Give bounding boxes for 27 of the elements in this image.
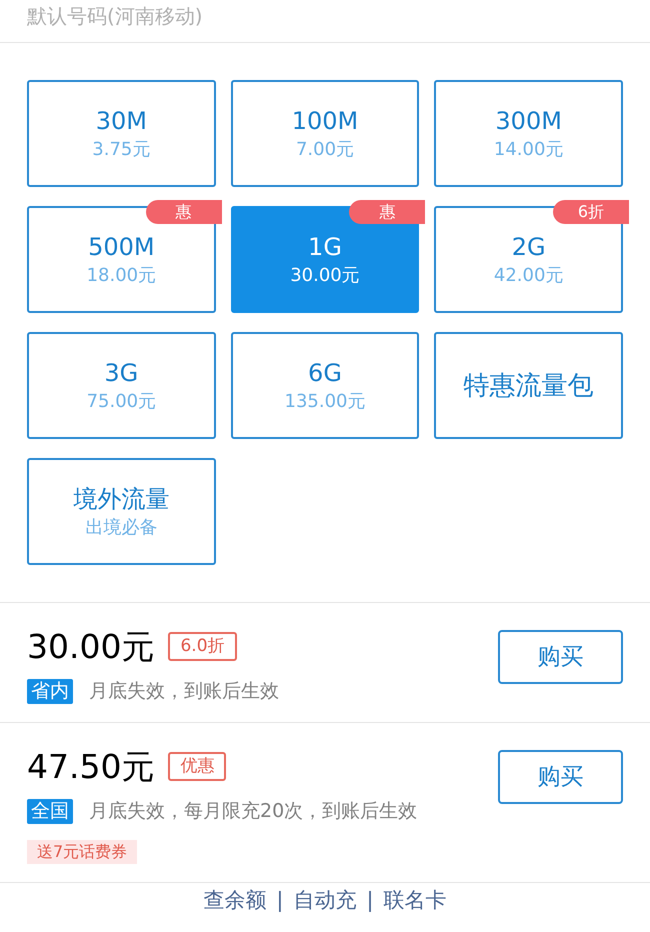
discount-badge: 6折 [553, 200, 629, 224]
package-option[interactable]: 100M 7.00元 [230, 80, 420, 187]
footer-link[interactable]: 查余额 [203, 884, 266, 916]
discount-badge: 惠 [349, 200, 426, 224]
buy-button[interactable]: 购买 [498, 750, 623, 804]
buy-button[interactable]: 购买 [498, 630, 623, 684]
footer-link[interactable]: 联名卡 [384, 884, 447, 916]
link-separator: | [366, 886, 374, 914]
package-option[interactable]: 6G 135.00元 [230, 332, 420, 439]
discount-badge: 惠 [146, 200, 222, 224]
link-separator: | [276, 886, 284, 914]
discount-tag: 优惠 [168, 752, 226, 781]
offer-note: 月底失效，到账后生效 [89, 682, 279, 701]
price: 30.00元 [27, 630, 154, 663]
offer-note: 月底失效，每月限充20次，到账后生效 [89, 802, 418, 821]
price: 47.50元 [27, 750, 154, 783]
package-option[interactable]: 境外流量 出境必备 [27, 458, 216, 565]
package-option[interactable]: 300M 14.00元 [434, 80, 623, 187]
package-option[interactable]: 特惠流量包 [434, 332, 623, 439]
scope-badge: 全国 [27, 799, 73, 824]
package-option[interactable]: 30M 3.75元 [27, 80, 216, 187]
discount-tag: 6.0折 [168, 632, 237, 661]
gift-tag: 送7元话费券 [27, 840, 138, 864]
scope-badge: 省内 [27, 679, 73, 704]
number-label: 默认号码(河南移动) [27, 6, 203, 26]
package-option[interactable]: 3G 75.00元 [27, 332, 216, 439]
footer-link[interactable]: 自动充 [294, 884, 356, 916]
